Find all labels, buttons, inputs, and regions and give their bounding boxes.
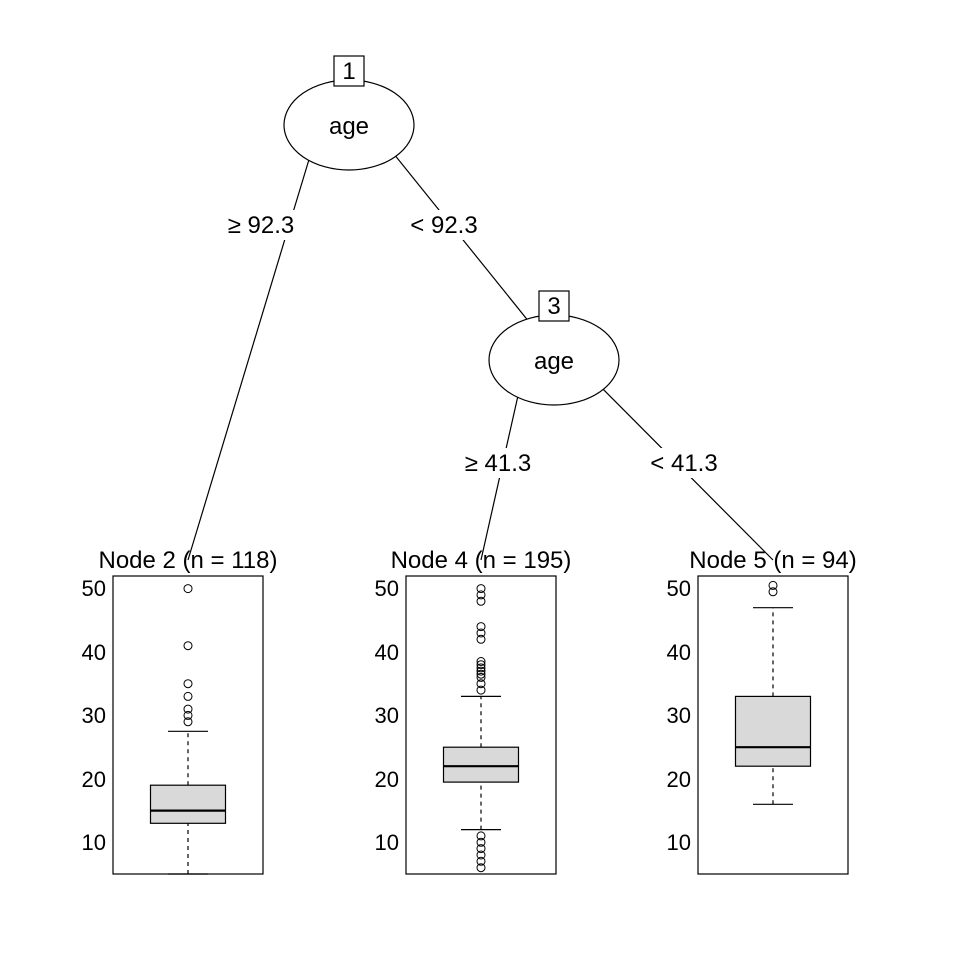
svg-text:30: 30 (667, 703, 691, 728)
edge-1-to-2 (188, 133, 317, 560)
terminal-node-2: Node 2 (n = 118) 10 20 30 40 50 (82, 547, 278, 874)
svg-text:40: 40 (375, 640, 399, 665)
svg-text:50: 50 (375, 576, 399, 601)
terminal-node-4: Node 4 (n = 195) 10 20 30 40 50 (375, 547, 572, 874)
terminal-node-2-title: Node 2 (n = 118) (98, 547, 277, 574)
terminal-node-5-axis: 10 20 30 40 50 (667, 576, 691, 855)
svg-text:40: 40 (82, 640, 106, 665)
edge-label-1-left: ≥ 92.3 (215, 210, 307, 240)
inner-node-3-id: 3 (547, 293, 560, 320)
svg-text:20: 20 (82, 767, 106, 792)
svg-text:< 92.3: < 92.3 (410, 212, 477, 239)
terminal-node-5-title: Node 5 (n = 94) (689, 547, 856, 574)
svg-text:30: 30 (82, 703, 106, 728)
svg-text:50: 50 (82, 576, 106, 601)
inner-node-1: age 1 (284, 56, 414, 170)
svg-text:≥ 41.3: ≥ 41.3 (465, 450, 532, 477)
svg-text:10: 10 (375, 830, 399, 855)
terminal-node-5: Node 5 (n = 94) 10 20 30 40 50 (667, 547, 857, 874)
inner-node-1-variable: age (329, 113, 369, 140)
svg-text:10: 10 (667, 830, 691, 855)
terminal-node-4-axis: 10 20 30 40 50 (375, 576, 399, 855)
edge-label-3-left: ≥ 41.3 (452, 448, 544, 478)
edge-label-3-right: < 41.3 (640, 448, 728, 478)
svg-text:< 41.3: < 41.3 (650, 450, 717, 477)
inner-node-3-variable: age (534, 348, 574, 375)
svg-text:30: 30 (375, 703, 399, 728)
decision-tree-diagram: ≥ 92.3 < 92.3 ≥ 41.3 < 41.3 age 1 age 3 … (0, 0, 960, 960)
inner-node-1-id: 1 (342, 58, 355, 85)
svg-text:20: 20 (667, 767, 691, 792)
terminal-node-2-axis: 10 20 30 40 50 (82, 576, 106, 855)
edge-label-1-right: < 92.3 (400, 210, 488, 240)
svg-text:10: 10 (82, 830, 106, 855)
svg-text:40: 40 (667, 640, 691, 665)
svg-text:20: 20 (375, 767, 399, 792)
svg-text:50: 50 (667, 576, 691, 601)
inner-node-3: age 3 (489, 291, 619, 405)
terminal-node-4-title: Node 4 (n = 195) (391, 547, 572, 574)
svg-text:≥ 92.3: ≥ 92.3 (228, 212, 295, 239)
